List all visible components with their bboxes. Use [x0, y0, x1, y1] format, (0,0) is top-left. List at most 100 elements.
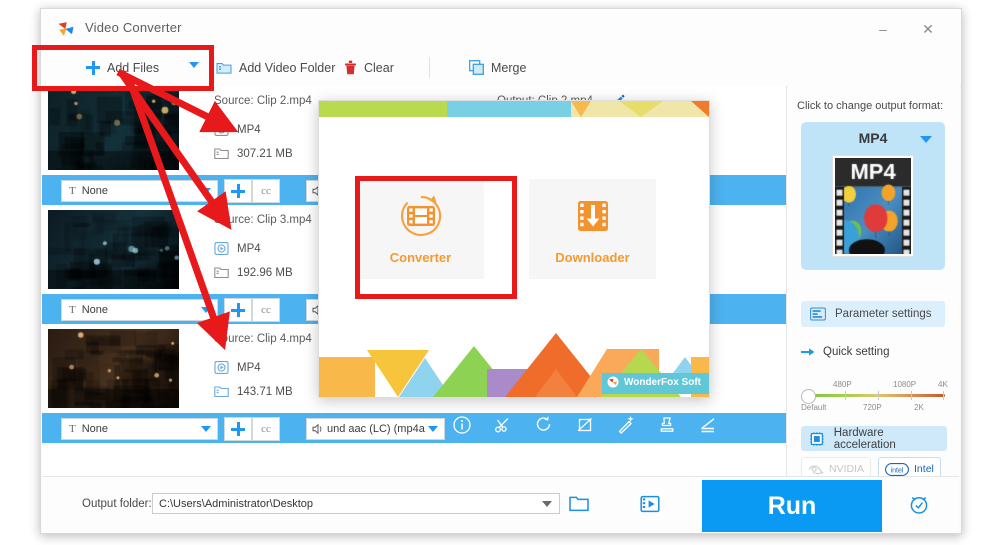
intel-logo-icon: intel — [885, 463, 909, 476]
slider-tick — [943, 391, 944, 400]
rotate-icon[interactable] — [534, 415, 554, 435]
video-thumbnail — [48, 210, 179, 289]
closed-caption-button[interactable]: cc — [252, 417, 280, 441]
slider-knob[interactable] — [801, 389, 816, 404]
chevron-down-icon — [428, 426, 438, 432]
toolbar-divider — [429, 57, 430, 78]
slider-tick — [845, 391, 846, 400]
slider-label-720p: 720P — [863, 403, 882, 412]
audio-select[interactable]: und aac (LC) (mp4a — [306, 418, 445, 440]
nvidia-eye-icon — [808, 464, 824, 475]
file-format: MP4 — [214, 360, 261, 375]
subtitle-select[interactable]: T None — [61, 180, 218, 202]
format-preview-thumbnail — [832, 155, 914, 257]
video-thumbnail — [48, 91, 179, 170]
output-folder-value: C:\Users\Administrator\Desktop — [159, 498, 313, 510]
plus-icon — [231, 303, 245, 317]
merge-button[interactable]: Merge — [469, 49, 526, 86]
slider-label-480p: 480P — [833, 380, 852, 389]
file-size: 307.21 MB — [214, 147, 293, 160]
brand-label: WonderFox Soft — [624, 377, 701, 388]
add-video-folder-button[interactable]: Add Video Folder — [216, 49, 335, 86]
cut-scissors-icon[interactable] — [493, 415, 513, 435]
folder-small-icon — [214, 266, 229, 279]
audio-value: und aac (LC) (mp4a — [327, 423, 425, 435]
file-size: 143.71 MB — [214, 385, 293, 398]
chevron-down-icon — [201, 188, 211, 194]
hardware-acceleration-button[interactable]: Hardware acceleration — [801, 426, 947, 451]
screenshot-root: Video Converter – ✕ Add Files Add Video … — [0, 0, 1000, 540]
closed-caption-button[interactable]: cc — [252, 298, 280, 322]
video-thumbnail — [48, 329, 179, 408]
merge-icon — [469, 60, 484, 75]
converter-option[interactable]: Converter — [357, 179, 484, 279]
video-file-icon — [214, 360, 229, 375]
slider-label-2k: 2K — [914, 403, 924, 412]
clear-label: Clear — [364, 61, 394, 75]
close-button[interactable]: ✕ — [913, 18, 943, 40]
subtitle-value: None — [82, 304, 108, 316]
alarm-clock-button[interactable] — [908, 493, 930, 515]
converter-label: Converter — [390, 250, 451, 265]
brand-watermark: WonderFox Soft — [602, 373, 709, 391]
add-subtitle-button[interactable] — [224, 298, 252, 322]
plus-icon — [231, 422, 245, 436]
watermark-stamp-icon[interactable] — [657, 415, 677, 435]
run-button[interactable]: Run — [702, 480, 882, 532]
file-size-label: 192.96 MB — [237, 267, 293, 279]
quick-setting-header: Quick setting — [801, 346, 889, 358]
slider-track — [809, 394, 945, 397]
resolution-slider[interactable]: 480P 1080P 4K Default 720P 2K — [801, 381, 947, 415]
app-logo-icon — [57, 20, 75, 38]
add-files-button[interactable]: Add Files — [86, 49, 159, 86]
slider-tick — [878, 391, 879, 400]
chevron-down-icon[interactable] — [542, 501, 552, 507]
preview-button[interactable] — [640, 494, 660, 514]
closed-caption-button[interactable]: cc — [252, 179, 280, 203]
intel-label: Intel — [914, 463, 934, 475]
crop-icon[interactable] — [575, 415, 595, 435]
file-size: 192.96 MB — [214, 266, 293, 279]
plus-icon — [86, 61, 100, 75]
add-files-label: Add Files — [107, 61, 159, 75]
effects-wand-icon[interactable] — [616, 415, 636, 435]
chevron-down-icon — [201, 426, 211, 432]
file-format-label: MP4 — [237, 243, 261, 255]
info-icon[interactable] — [452, 415, 472, 435]
arrow-right-icon — [801, 347, 815, 357]
output-folder-input[interactable]: C:\Users\Administrator\Desktop — [152, 493, 560, 514]
slider-tick — [911, 391, 912, 400]
parameter-settings-button[interactable]: Parameter settings — [801, 301, 945, 327]
open-folder-button[interactable] — [569, 494, 589, 514]
chip-icon — [809, 431, 825, 447]
add-files-dropdown-caret-icon[interactable] — [189, 62, 199, 68]
svg-text:intel: intel — [891, 467, 904, 474]
sidebar-title: Click to change output format: — [797, 100, 943, 112]
title-bar: Video Converter – ✕ — [41, 9, 961, 50]
output-format-card[interactable]: MP4 — [801, 122, 945, 270]
subtitle-select[interactable]: T None — [61, 418, 218, 440]
adjust-icon[interactable] — [698, 415, 718, 435]
add-subtitle-button[interactable] — [224, 417, 252, 441]
file-format: MP4 — [214, 122, 261, 137]
folder-small-icon — [214, 385, 229, 398]
dialog-top-decoration — [319, 101, 709, 123]
add-subtitle-button[interactable] — [224, 179, 252, 203]
nvidia-label: NVIDIA — [829, 463, 864, 475]
quick-setting-label: Quick setting — [823, 346, 889, 358]
app-title: Video Converter — [85, 20, 182, 35]
source-label: Source: Clip 2.mp4 — [214, 95, 312, 107]
main-toolbar: Add Files Add Video Folder Clear Merge — [41, 49, 961, 87]
downloader-option[interactable]: Downloader — [529, 179, 656, 279]
file-size-label: 143.71 MB — [237, 386, 293, 398]
plus-icon — [231, 184, 245, 198]
clear-button[interactable]: Clear — [344, 49, 394, 86]
minimize-button[interactable]: – — [868, 18, 898, 40]
video-file-icon — [214, 122, 229, 137]
video-file-icon — [214, 241, 229, 256]
chevron-down-icon[interactable] — [920, 136, 932, 143]
file-size-label: 307.21 MB — [237, 148, 293, 160]
source-label: Source: Clip 3.mp4 — [214, 214, 312, 226]
subtitle-select[interactable]: T None — [61, 299, 218, 321]
sliders-icon — [810, 307, 826, 321]
